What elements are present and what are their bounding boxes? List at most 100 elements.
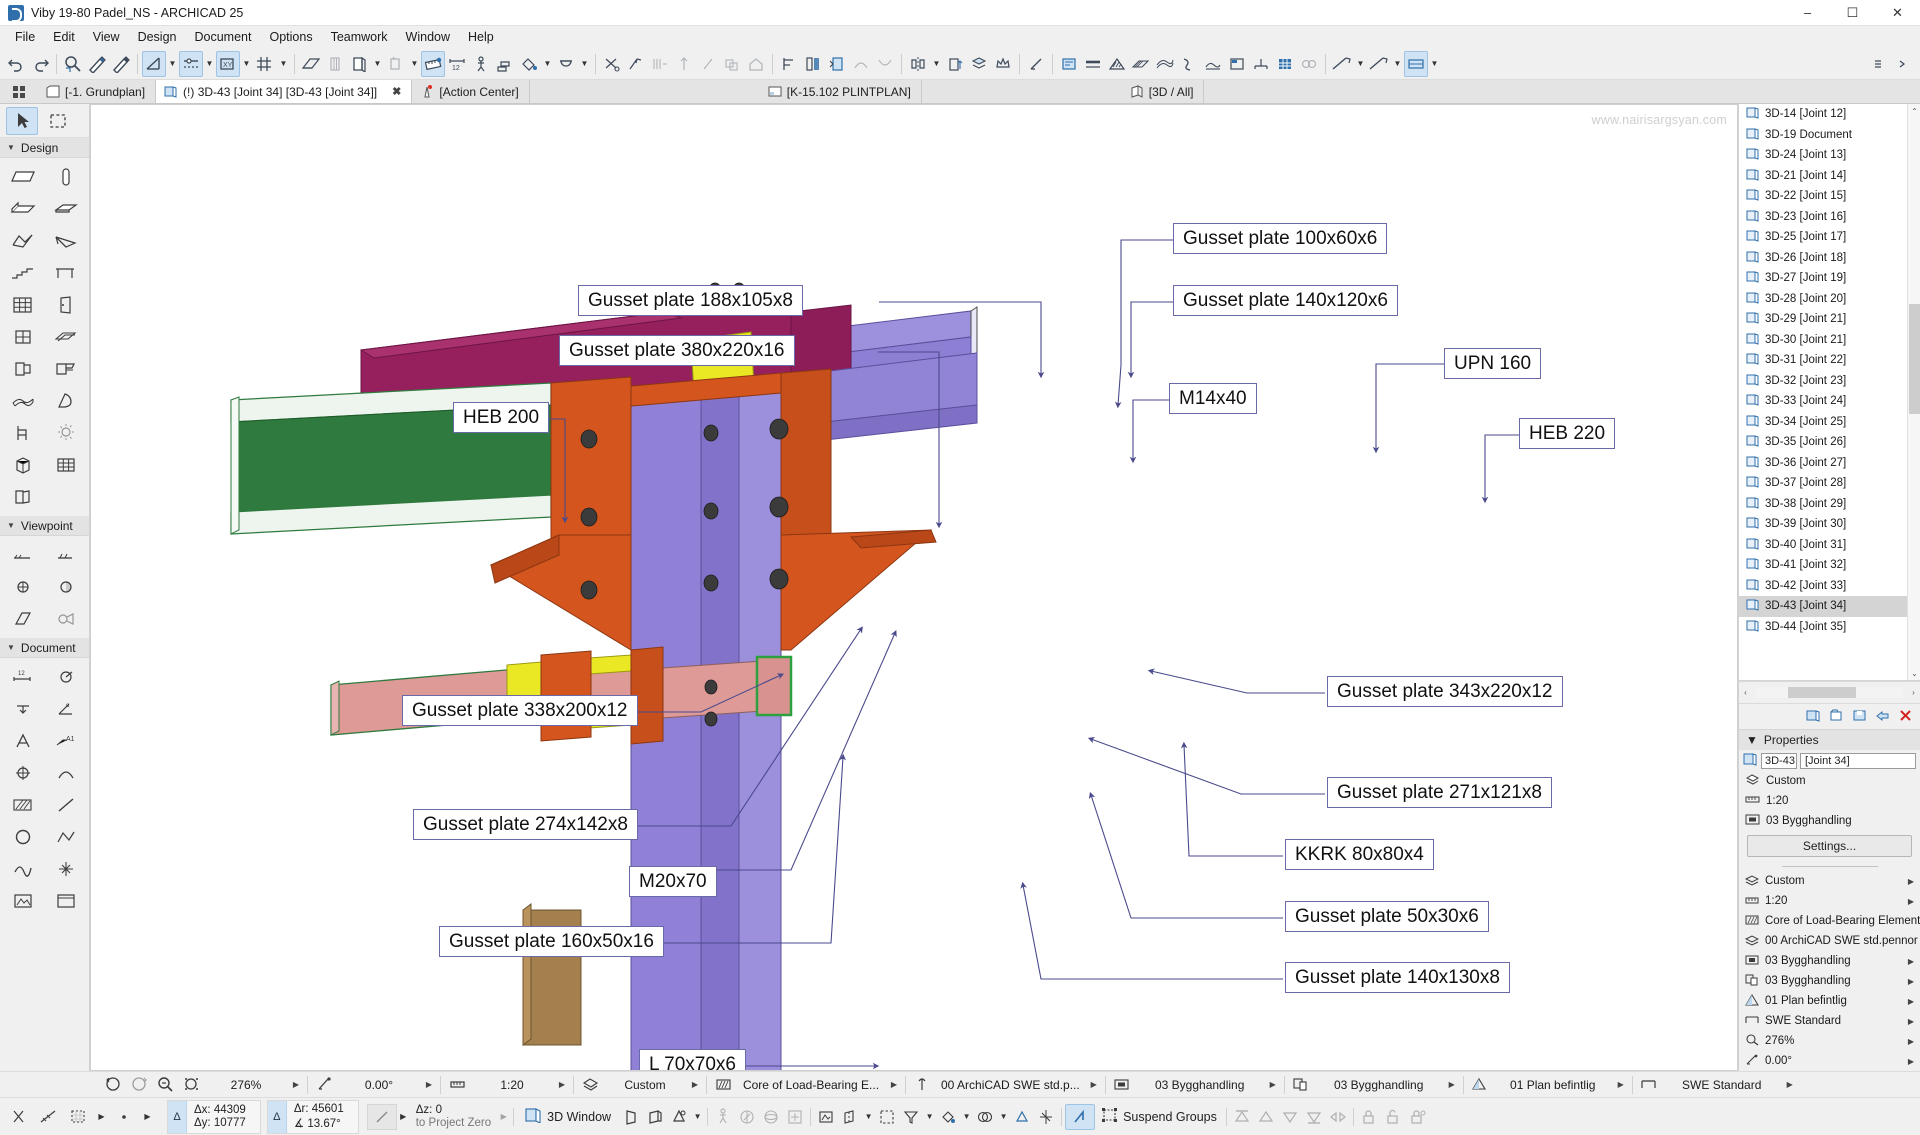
chevron-right-icon[interactable]: ▶ — [1908, 1017, 1920, 1026]
polyline-tool-icon[interactable] — [46, 822, 88, 852]
section-tool-icon[interactable] — [2, 540, 44, 570]
property-scale[interactable]: 1:20 — [1739, 791, 1920, 811]
solid-dropdown[interactable]: ▼ — [997, 1104, 1010, 1130]
navigator-item[interactable]: 3D-40 [Joint 31] — [1739, 535, 1920, 556]
filter-icon[interactable] — [899, 1104, 923, 1130]
text-tool-icon[interactable] — [2, 726, 44, 756]
property-row[interactable]: 276% ▶ — [1739, 1031, 1920, 1051]
paint-dropdown[interactable]: ▼ — [541, 51, 554, 77]
dot-dropdown[interactable]: ▶ — [141, 1104, 154, 1130]
dx-value[interactable]: 44309 — [214, 1104, 246, 1116]
section-marker-icon[interactable] — [1024, 51, 1048, 77]
beam-tool-icon[interactable] — [2, 194, 44, 224]
chevron-right-icon[interactable]: ▶ — [1908, 897, 1920, 906]
bring-forward-icon[interactable] — [1254, 1104, 1278, 1130]
menu-file[interactable]: File — [6, 28, 44, 46]
menu-window[interactable]: Window — [397, 28, 459, 46]
toolbox-section-document-header[interactable]: ▼ Document — [0, 638, 89, 658]
gravity-dropdown[interactable]: ▶ — [397, 1104, 410, 1130]
close-button[interactable]: ✕ — [1875, 0, 1920, 26]
navigator-scrollbar[interactable]: ⌃ ⌄ — [1907, 104, 1920, 680]
new-viewpoint-icon[interactable] — [1806, 708, 1821, 726]
status-zoom-value[interactable]: 276% — [204, 1078, 288, 1092]
navigator-item[interactable]: 3D-43 [Joint 34] — [1739, 596, 1920, 617]
guide-lines-dropdown[interactable]: ▼ — [166, 51, 179, 77]
chevron-right-icon[interactable]: ▶ — [1908, 957, 1920, 966]
properties-header[interactable]: ▼ Properties — [1739, 729, 1920, 750]
default-order-icon[interactable] — [1326, 1104, 1350, 1130]
chevron-right-icon[interactable]: ▶ — [1908, 977, 1920, 986]
minimize-button[interactable]: – — [1785, 0, 1830, 26]
morph-tool-icon[interactable] — [46, 386, 88, 416]
3d-window-button[interactable]: 3D Window — [517, 1107, 619, 1126]
delete-icon[interactable] — [1898, 708, 1913, 726]
radial-dimension-icon[interactable] — [46, 662, 88, 692]
status-scale-value[interactable]: 1:20 — [470, 1078, 554, 1092]
scroll-down-icon[interactable]: ⌄ — [1908, 666, 1920, 680]
save-view-icon[interactable] — [1852, 708, 1867, 726]
scroll-right-icon[interactable]: › — [1907, 688, 1920, 697]
curtain-wall-tool-icon[interactable] — [2, 290, 44, 320]
view-map-icon[interactable] — [825, 51, 849, 77]
hatch-fill-icon[interactable] — [1105, 51, 1129, 77]
hotlink-icon[interactable] — [46, 854, 88, 884]
level-dimension-icon[interactable] — [2, 694, 44, 724]
navigator-item[interactable]: 3D-35 [Joint 26] — [1739, 432, 1920, 453]
profile-icon[interactable] — [1177, 51, 1201, 77]
marquee-tool-icon[interactable] — [42, 107, 74, 135]
gravity-icon[interactable] — [366, 1103, 397, 1130]
3d-doc-icon[interactable] — [347, 51, 371, 77]
trace-ref-icon[interactable] — [1034, 1104, 1058, 1130]
detail-tool-icon[interactable] — [2, 604, 44, 634]
cutaway-dropdown[interactable]: ▼ — [862, 1104, 875, 1130]
marquee-3d-icon[interactable] — [875, 1104, 899, 1130]
line-weight-icon[interactable] — [1081, 51, 1105, 77]
zoom-dropdown-icon[interactable]: ▶ — [288, 1080, 304, 1089]
wall-tool-icon[interactable] — [2, 162, 44, 192]
grid-snap-icon[interactable] — [65, 1103, 92, 1131]
surface-icon[interactable] — [1153, 51, 1177, 77]
navigator-item[interactable]: 3D-24 [Joint 13] — [1739, 145, 1920, 166]
intersect-icon[interactable] — [672, 51, 696, 77]
z-coordinate[interactable]: Δz: 0 to Project Zero — [410, 1104, 497, 1129]
mirror-icon[interactable] — [906, 51, 930, 77]
menu-options[interactable]: Options — [260, 28, 321, 46]
line-tool-icon[interactable] — [46, 790, 88, 820]
stair-tool-icon[interactable] — [2, 258, 44, 288]
home-story-icon[interactable] — [744, 51, 768, 77]
clone-folder-icon[interactable] — [1829, 708, 1844, 726]
navigator-item[interactable]: 3D-42 [Joint 33] — [1739, 576, 1920, 597]
suspend-groups-toggle-icon[interactable] — [1065, 1103, 1096, 1130]
maximize-button[interactable]: ☐ — [1830, 0, 1875, 26]
status-pen-table-value[interactable]: 00 ArchiCAD SWE std.p... — [935, 1078, 1086, 1092]
navigator-item[interactable]: 3D-33 [Joint 24] — [1739, 391, 1920, 412]
pen-pencil-icon[interactable] — [1330, 51, 1354, 77]
navigator-item[interactable]: 3D-19 Document — [1739, 125, 1920, 146]
renovation-dropdown-icon[interactable]: ▶ — [1613, 1080, 1629, 1089]
navigator-item[interactable]: 3D-21 [Joint 14] — [1739, 166, 1920, 187]
property-row[interactable]: Custom ▶ — [1739, 871, 1920, 891]
object-tool-icon[interactable] — [46, 354, 88, 384]
pen-pencil2-icon[interactable] — [1367, 51, 1391, 77]
inject-params-icon[interactable] — [85, 51, 109, 77]
toolbox-section-design-header[interactable]: ▼ Design — [0, 138, 89, 158]
layer-icon[interactable] — [1109, 1077, 1135, 1092]
navigator-item[interactable]: 3D-26 [Joint 18] — [1739, 248, 1920, 269]
navigator-item[interactable]: 3D-39 [Joint 30] — [1739, 514, 1920, 535]
walk-tool-icon[interactable] — [711, 1104, 735, 1130]
window-tool-icon[interactable] — [2, 322, 44, 352]
undo-icon[interactable] — [4, 51, 28, 77]
spline-tool-icon[interactable] — [2, 854, 44, 884]
surface-dropdown[interactable]: ▼ — [960, 1104, 973, 1130]
zone-tool-icon[interactable] — [2, 450, 44, 480]
angle-value[interactable]: 13.67° — [307, 1118, 340, 1130]
navigator-item[interactable]: 3D-14 [Joint 12] — [1739, 104, 1920, 125]
status-partial-structure-value[interactable]: Core of Load-Bearing E... — [736, 1078, 886, 1092]
property-row[interactable]: Core of Load-Bearing Element...▶ — [1739, 911, 1920, 931]
menu-teamwork[interactable]: Teamwork — [322, 28, 397, 46]
pen-table-dropdown-icon[interactable]: ▶ — [1086, 1080, 1102, 1089]
snap-point-icon[interactable] — [5, 1103, 32, 1131]
arrow-tool-icon[interactable] — [6, 106, 38, 135]
chevron-right-icon[interactable]: ▶ — [1908, 1037, 1920, 1046]
origin-dropdown[interactable]: ▼ — [240, 51, 253, 77]
